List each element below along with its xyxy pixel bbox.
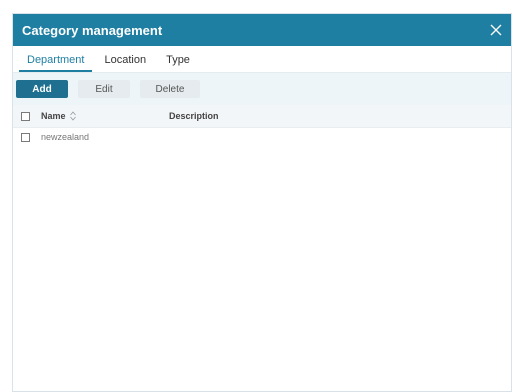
table-row[interactable]: newzealand — [13, 128, 511, 146]
description-column-header[interactable]: Description — [169, 111, 219, 121]
tab-type[interactable]: Type — [158, 54, 198, 72]
tab-bar: Department Location Type — [13, 46, 511, 73]
toolbar: Add Edit Delete — [13, 73, 511, 105]
delete-button[interactable]: Delete — [140, 80, 200, 98]
tab-department[interactable]: Department — [19, 54, 93, 72]
edit-button[interactable]: Edit — [78, 80, 130, 98]
table-body: newzealand — [13, 128, 511, 378]
dialog-title: Category management — [22, 22, 163, 38]
select-all-checkbox[interactable] — [21, 111, 30, 121]
close-icon[interactable] — [489, 23, 503, 37]
row-name: newzealand — [41, 132, 90, 142]
add-button[interactable]: Add — [16, 80, 68, 98]
row-checkbox[interactable] — [21, 132, 30, 142]
sort-icon[interactable] — [69, 111, 76, 121]
table-header: Name Description — [13, 105, 511, 128]
category-management-dialog: Category management Department Location … — [12, 13, 512, 392]
name-column-header[interactable]: Name — [41, 111, 169, 121]
dialog-titlebar: Category management — [13, 14, 511, 46]
name-column-label: Name — [41, 111, 66, 121]
tab-location[interactable]: Location — [96, 54, 154, 72]
